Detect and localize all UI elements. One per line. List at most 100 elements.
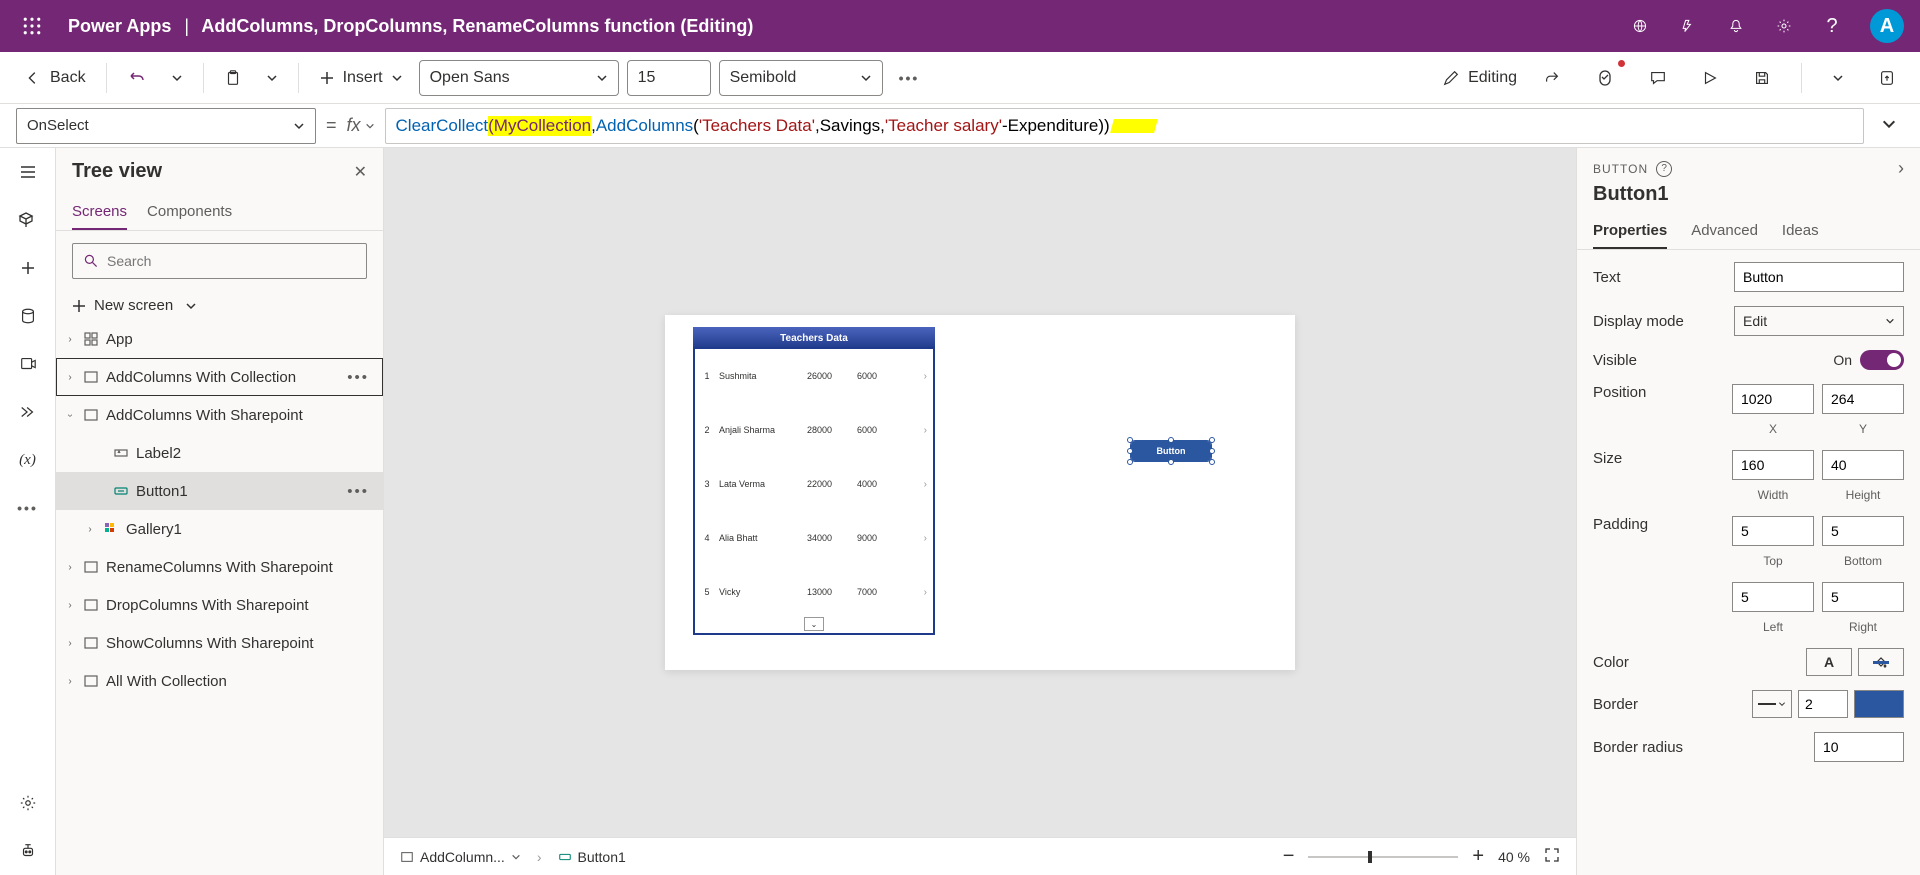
gallery-dropdown[interactable]: ⌄ [804, 617, 824, 631]
save-dropdown[interactable] [1824, 66, 1852, 90]
font-select[interactable]: Open Sans [419, 60, 619, 96]
editing-mode[interactable]: Editing [1442, 69, 1517, 87]
data-icon[interactable] [16, 304, 40, 328]
tree-node-app[interactable]: › App [56, 320, 383, 358]
tab-screens[interactable]: Screens [72, 195, 127, 230]
paste-dropdown[interactable] [258, 66, 286, 90]
tree-node-addcolumns-sharepoint[interactable]: › AddColumns With Sharepoint [56, 396, 383, 434]
prop-pad-top-input[interactable] [1732, 516, 1814, 546]
settings-icon[interactable] [1774, 16, 1794, 36]
close-tree-icon[interactable]: ✕ [354, 162, 367, 182]
border-width-input[interactable] [1798, 690, 1848, 718]
more-toolbar-icon[interactable]: ••• [891, 64, 928, 92]
prop-pad-left-input[interactable] [1732, 582, 1814, 612]
gallery-row[interactable]: 4Alia Bhatt340009000› [695, 511, 933, 565]
zoom-slider[interactable] [1308, 856, 1458, 858]
fontweight-select[interactable]: Semibold [719, 60, 883, 96]
new-screen-button[interactable]: New screen [56, 291, 383, 320]
prop-pad-bottom-input[interactable] [1822, 516, 1904, 546]
gallery-row[interactable]: 2Anjali Sharma280006000› [695, 403, 933, 457]
tree-search[interactable] [72, 243, 367, 279]
paste-button[interactable] [216, 63, 250, 93]
hamburger-icon[interactable] [16, 160, 40, 184]
tree-node-renamecolumns[interactable]: › RenameColumns With Sharepoint [56, 548, 383, 586]
prop-width-input[interactable] [1732, 450, 1814, 480]
tree-view-icon[interactable] [16, 208, 40, 232]
environment-icon[interactable] [1630, 16, 1650, 36]
tree-node-all-collection[interactable]: › All With Collection [56, 662, 383, 700]
prop-pad-right-input[interactable] [1822, 582, 1904, 612]
checker-icon[interactable] [1587, 62, 1623, 94]
help-icon[interactable]: ? [1822, 16, 1842, 36]
expand-panel-icon[interactable]: › [1898, 158, 1904, 179]
tree-node-label2[interactable]: Label2 [56, 434, 383, 472]
prop-y-input[interactable] [1822, 384, 1904, 414]
media-icon[interactable] [16, 352, 40, 376]
prop-height-input[interactable] [1822, 450, 1904, 480]
gallery-row[interactable]: 1Sushmita260006000› [695, 349, 933, 403]
chevron-right-icon: › [924, 479, 927, 490]
canvas-button-control[interactable]: Button [1131, 441, 1211, 461]
tab-properties[interactable]: Properties [1593, 214, 1667, 249]
tab-advanced[interactable]: Advanced [1691, 214, 1758, 249]
zoom-out-icon[interactable]: − [1283, 845, 1295, 868]
gallery-row[interactable]: 3Lata Verma220004000› [695, 457, 933, 511]
font-color-picker[interactable]: A [1806, 648, 1852, 676]
fit-screen-icon[interactable] [1544, 847, 1560, 866]
gallery-row[interactable]: 5Vicky130007000› [695, 565, 933, 619]
prop-x-input[interactable] [1732, 384, 1814, 414]
insert-pane-icon[interactable] [16, 256, 40, 280]
formula-expand[interactable] [1874, 116, 1904, 135]
fx-label: fx [347, 115, 361, 136]
formula-token: Expenditure [1008, 116, 1099, 136]
breadcrumb-control[interactable]: Button1 [558, 849, 626, 865]
back-button[interactable]: Back [16, 65, 94, 91]
node-more-icon[interactable]: ••• [347, 369, 375, 386]
border-radius-input[interactable] [1814, 732, 1904, 762]
prop-displaymode-select[interactable]: Edit [1734, 306, 1904, 336]
settings-rail-icon[interactable] [16, 791, 40, 815]
chevron-right-icon: › [924, 371, 927, 382]
property-select[interactable]: OnSelect [16, 108, 316, 144]
variables-icon[interactable]: (x) [16, 448, 40, 472]
formula-token: 'Teachers Data' [699, 116, 815, 136]
comments-icon[interactable] [1641, 63, 1675, 93]
help-badge-icon[interactable]: ? [1656, 161, 1672, 177]
waffle-icon[interactable] [16, 10, 48, 42]
insert-button[interactable]: Insert [311, 65, 411, 91]
fill-color-picker[interactable] [1858, 648, 1904, 676]
tree-node-addcolumns-collection[interactable]: › AddColumns With Collection ••• [56, 358, 383, 396]
zoom-in-icon[interactable]: + [1472, 845, 1484, 868]
prop-visible-toggle[interactable] [1860, 350, 1904, 370]
copilot-icon[interactable] [1678, 16, 1698, 36]
virtual-agent-icon[interactable] [16, 839, 40, 863]
search-input[interactable] [107, 253, 356, 269]
tree-node-dropcolumns[interactable]: › DropColumns With Sharepoint [56, 586, 383, 624]
preview-icon[interactable] [1693, 63, 1727, 93]
fx-button[interactable]: fx [347, 115, 375, 136]
fontsize-select[interactable]: 15 [627, 60, 711, 96]
power-automate-icon[interactable] [16, 400, 40, 424]
tab-components[interactable]: Components [147, 195, 232, 230]
more-rail-icon[interactable]: ••• [16, 496, 40, 520]
save-icon[interactable] [1745, 63, 1779, 93]
undo-dropdown[interactable] [163, 66, 191, 90]
canvas[interactable]: Teachers Data 1Sushmita260006000› 2Anjal… [665, 315, 1295, 670]
undo-button[interactable] [119, 62, 155, 94]
user-avatar[interactable]: A [1870, 9, 1904, 43]
breadcrumb-screen[interactable]: AddColumn... [400, 849, 521, 865]
tree-node-gallery1[interactable]: › Gallery1 [56, 510, 383, 548]
prop-text-input[interactable] [1734, 262, 1904, 292]
tree-node-showcolumns[interactable]: › ShowColumns With Sharepoint [56, 624, 383, 662]
gallery-control[interactable]: 1Sushmita260006000› 2Anjali Sharma280006… [693, 347, 935, 635]
notifications-icon[interactable] [1726, 16, 1746, 36]
formula-input[interactable]: ClearCollect(MyCollection, AddColumns('T… [385, 108, 1864, 144]
border-color-picker[interactable] [1854, 690, 1904, 718]
share-icon[interactable] [1535, 63, 1569, 93]
node-more-icon[interactable]: ••• [347, 483, 375, 500]
border-style-select[interactable] [1752, 690, 1792, 718]
tree-node-button1[interactable]: Button1 ••• [56, 472, 383, 510]
product-name: Power Apps [68, 16, 171, 36]
publish-icon[interactable] [1870, 63, 1904, 93]
tab-ideas[interactable]: Ideas [1782, 214, 1819, 249]
